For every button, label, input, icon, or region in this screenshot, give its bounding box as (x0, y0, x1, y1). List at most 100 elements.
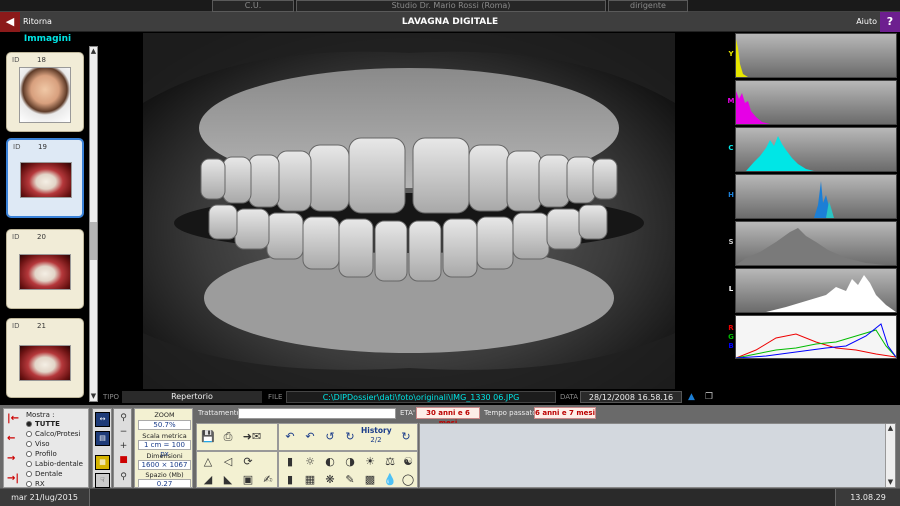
strip-view-icon[interactable]: ▦ (95, 455, 110, 470)
copy-icon[interactable]: ❐ (705, 392, 713, 402)
zoom-value: 50.7% (138, 420, 191, 430)
zoom-reset-icon[interactable]: ■ (117, 454, 130, 466)
treatment-input[interactable] (238, 408, 396, 419)
history-label: History (361, 426, 392, 435)
levels-icon[interactable]: ▮ (281, 454, 299, 470)
id-label: ID (12, 233, 20, 241)
image-thumb[interactable]: ID 18 (6, 52, 84, 132)
invert-icon[interactable]: ▦ (301, 472, 319, 488)
image-thumb-selected[interactable]: ID 19 (6, 138, 84, 218)
eyedropper-icon[interactable]: ✍ (259, 472, 277, 488)
save-icon[interactable]: 💾 (199, 429, 217, 445)
main-image-canvas[interactable] (143, 33, 675, 389)
scroll-up-icon[interactable]: ▲ (90, 47, 97, 56)
palette-icon[interactable]: ▩ (361, 472, 379, 488)
flip-horizontal-icon[interactable]: △ (199, 454, 217, 470)
filter-radio-dentale[interactable]: Dentale (26, 470, 62, 478)
help-button[interactable]: ? (880, 12, 900, 32)
geometry-tools: △ ◁ ⟳ ◢ ◣ ▣ ✍ (196, 451, 278, 488)
noise-icon[interactable]: ❋ (321, 472, 339, 488)
sharpen-icon[interactable]: ◑ (341, 454, 359, 470)
filter-radio-rx[interactable]: RX (26, 480, 45, 488)
filter-radio-calco[interactable]: Calco/Protesi (26, 430, 80, 438)
filter-radio-profilo[interactable]: Profilo (26, 450, 57, 458)
file-path-field: C:\DIPDossier\dati\foto\originali\IMG_13… (286, 391, 556, 403)
hist-label: C (728, 144, 734, 152)
fit-view-icon[interactable]: ↔ (95, 412, 110, 427)
histogram-panel: Y M C H S L R G B (720, 33, 900, 359)
page-title: LAVAGNA DIGITALE (401, 17, 499, 27)
triangle-tool-icon[interactable]: ◢ (199, 472, 217, 488)
drop-icon[interactable]: 💧 (381, 472, 399, 488)
teeth-photo (19, 254, 71, 290)
zoom-search-icon[interactable]: ⚲ (117, 471, 130, 483)
brightness-icon[interactable]: ☼ (301, 454, 319, 470)
elapsed-value: 6 anni e 7 mesi (534, 407, 596, 419)
last-arrow-icon[interactable]: →| (7, 473, 19, 484)
tipo-field: Repertorio (122, 391, 262, 403)
film-view-icon[interactable]: ▤ (95, 431, 110, 446)
brush-icon[interactable]: ✎ (341, 472, 359, 488)
space-label: Spazio (Mb) (145, 471, 184, 479)
undo-all-icon[interactable]: ↶ (281, 429, 299, 445)
file-label: FILE (268, 393, 283, 401)
rotate-left-icon[interactable]: ↺ (321, 429, 339, 445)
auto-icon[interactable]: ☯ (399, 454, 417, 470)
filter-radio-labio[interactable]: Labio-dentale (26, 460, 83, 468)
grayscale-icon[interactable]: ▮ (281, 472, 299, 488)
space-value: 0.27 (138, 479, 191, 488)
undo-icon[interactable]: ↶ (301, 429, 319, 445)
rotate-image-icon[interactable]: ⟳ (239, 454, 257, 470)
drop-outline-icon[interactable]: ◯ (399, 472, 417, 488)
filter-title: Mostra : (26, 411, 55, 419)
prev-arrow-icon[interactable]: ← (7, 433, 15, 444)
images-panel: Immagini ID 18 ID 19 ID 20 ID 21 ▲ ▼ (0, 32, 100, 402)
crop-icon[interactable]: ▣ (239, 472, 257, 488)
eta-value: 30 anni e 6 mesi (416, 407, 480, 427)
perspective-icon[interactable]: ◣ (219, 472, 237, 488)
image-thumb[interactable]: ID 21 (6, 318, 84, 398)
title-bar: ◀ Ritorna LAVAGNA DIGITALE Aiuto ? (0, 12, 900, 32)
histogram-s: S (727, 221, 897, 266)
color-tool-icon[interactable]: ▲ (688, 392, 695, 402)
sun-icon[interactable]: ☀ (361, 454, 379, 470)
zoom-label: ZOOM (154, 411, 175, 419)
next-arrow-icon[interactable]: → (7, 453, 15, 464)
print-icon[interactable]: ⎙ (219, 429, 237, 445)
notes-scrollbar[interactable]: ▲ ▼ (885, 424, 895, 487)
status-bar: mar 21/lug/2015 13.08.29 (0, 488, 900, 506)
dimensions-value: 1600 × 1067 (138, 460, 191, 470)
images-scrollbar[interactable]: ▲ ▼ (89, 46, 98, 402)
zoom-in-icon[interactable]: + (117, 440, 130, 452)
rotate-right-icon[interactable]: ↻ (341, 429, 359, 445)
scrollbar-thumb[interactable] (90, 222, 97, 260)
scroll-down-icon[interactable]: ▼ (887, 478, 894, 487)
contrast-icon[interactable]: ◐ (321, 454, 339, 470)
help-label[interactable]: Aiuto (856, 12, 877, 32)
data-label: DATA (560, 393, 579, 401)
magnifier-icon[interactable]: ⚲ (117, 412, 130, 424)
hist-label: S (728, 238, 734, 246)
balance-icon[interactable]: ⚖ (381, 454, 399, 470)
email-icon[interactable]: ➜✉ (239, 429, 265, 445)
face-photo (19, 67, 71, 123)
top-info-bar: C.U. [702571225024] Studio Dr. Mario Ros… (0, 0, 900, 20)
eta-label: ETA' (400, 409, 415, 417)
scroll-down-icon[interactable]: ▼ (90, 392, 97, 401)
hand-icon[interactable]: ☟ (95, 473, 110, 488)
images-panel-title: Immagini (23, 34, 72, 44)
filter-radio-tutte[interactable]: TUTTE (26, 420, 60, 428)
teeth-photo (20, 162, 72, 198)
elapsed-label: Tempo passato (484, 409, 537, 417)
notes-area[interactable]: ▲ ▼ (419, 423, 896, 488)
hist-label: M (727, 97, 735, 105)
scroll-up-icon[interactable]: ▲ (887, 424, 894, 433)
tipo-label: TIPO (103, 393, 120, 401)
image-thumb[interactable]: ID 20 (6, 229, 84, 309)
flip-vertical-icon[interactable]: ◁ (219, 454, 237, 470)
redo-icon[interactable]: ↻ (397, 429, 415, 445)
first-arrow-icon[interactable]: |← (7, 413, 19, 424)
zoom-out-icon[interactable]: − (117, 426, 130, 438)
filter-radio-viso[interactable]: Viso (26, 440, 50, 448)
studio-name: Studio Dr. Mario Rossi (Roma) (296, 0, 606, 12)
